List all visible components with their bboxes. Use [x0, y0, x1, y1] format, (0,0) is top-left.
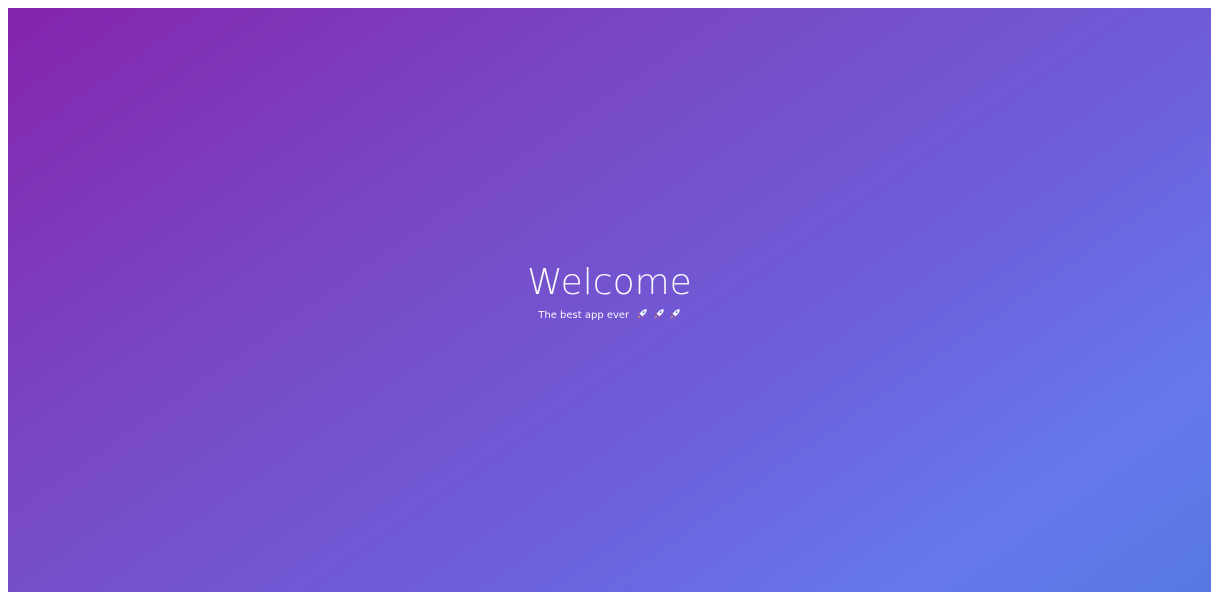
welcome-subtitle: The best app ever [538, 310, 630, 321]
rocket-icon [653, 309, 664, 319]
welcome-screen: Welcome The best app ever [8, 8, 1211, 592]
welcome-subtitle-line: The best app ever [8, 308, 1211, 323]
welcome-title: Welcome [527, 262, 692, 303]
rocket-icon [670, 309, 680, 319]
hero-section: Welcome The best app ever [8, 262, 1211, 323]
rocket-icon [637, 309, 648, 319]
rocket-emoji-group [635, 308, 680, 322]
